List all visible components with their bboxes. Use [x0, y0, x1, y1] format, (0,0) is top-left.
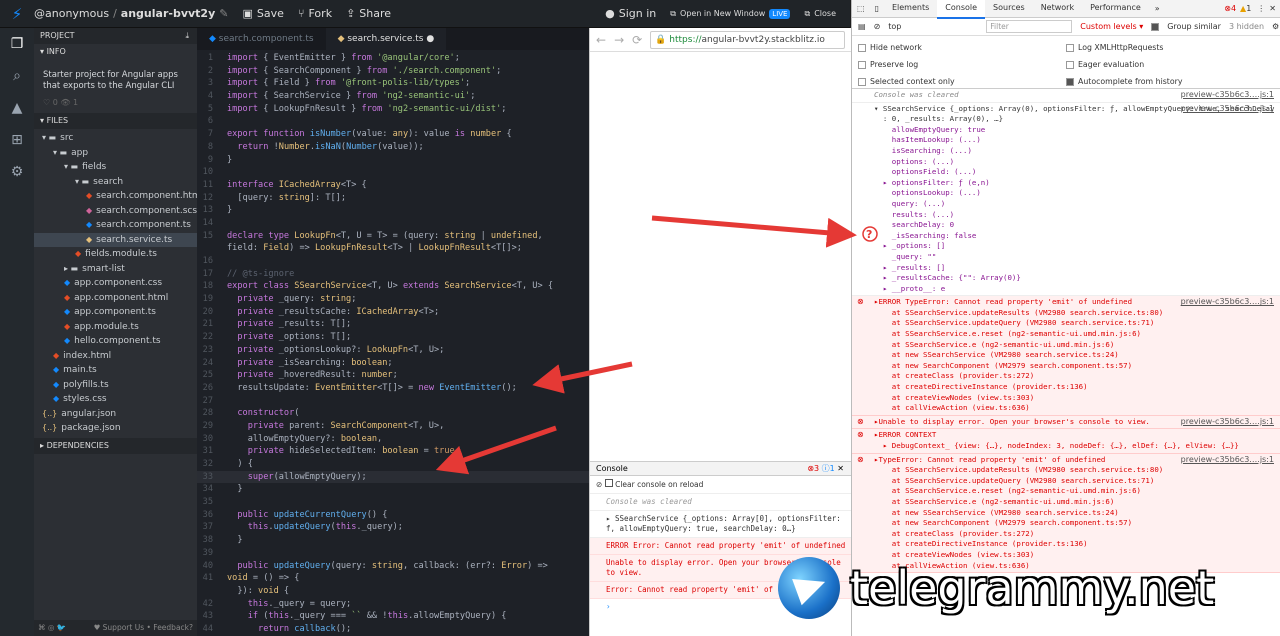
arrow-to-super: [435, 425, 557, 475]
arrow-to-resultsupdate: [532, 361, 633, 394]
annotation-arrows: ?: [435, 215, 878, 475]
watermark-text: telegrammy.net: [850, 561, 1215, 615]
arrow-to-searchdelay: [651, 215, 857, 248]
watermark: telegrammy.net: [778, 545, 1273, 631]
svg-text:?: ?: [866, 228, 872, 241]
telegram-globe-icon: [778, 557, 840, 619]
